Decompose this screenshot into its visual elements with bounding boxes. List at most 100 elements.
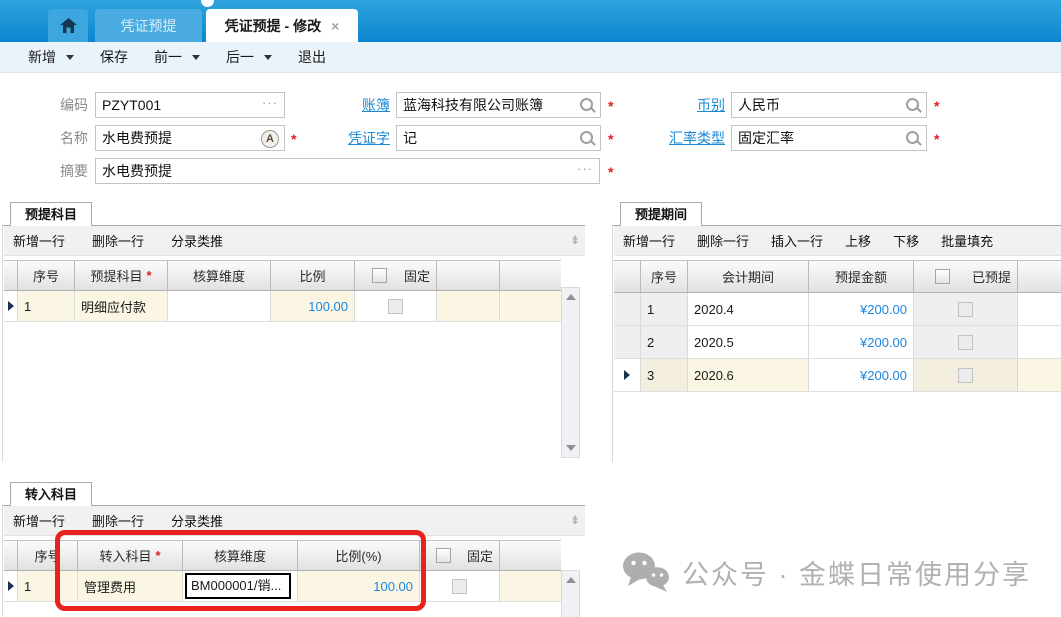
code-label: 编码 <box>28 92 88 118</box>
app-window: 凭证预提 凭证预提 - 修改 × 新增 保存 前一 后一 退出 编码 PZYT0… <box>0 0 1061 617</box>
col-ratio: 比例(%) <box>298 540 420 571</box>
col-seq: 序号 <box>18 260 75 291</box>
col-dimension: 核算维度 <box>183 540 298 571</box>
code-field[interactable]: PZYT001 ··· <box>95 92 285 118</box>
accrued-checkbox[interactable] <box>958 302 973 317</box>
new-button[interactable]: 新增 <box>28 47 74 67</box>
move-up-button[interactable]: 上移 <box>845 231 871 250</box>
name-label: 名称 <box>28 125 88 151</box>
previous-button[interactable]: 前一 <box>154 47 200 67</box>
vertical-scrollbar[interactable] <box>561 287 580 458</box>
table-row[interactable]: 1 2020.4 ¥200.00 <box>614 293 1061 326</box>
panel-splitter-icon[interactable]: ⇟ <box>570 233 580 247</box>
transfer-subjects-grid: 序号 转入科目* 核算维度 比例(%) 固定 1 管理费用 <box>4 540 561 602</box>
col-fixed: 固定 <box>420 540 500 571</box>
fixed-checkbox[interactable] <box>452 579 467 594</box>
rate-type-link-label[interactable]: 汇率类型 <box>641 125 725 151</box>
accrual-periods-tab[interactable]: 预提期间 <box>620 202 702 226</box>
search-icon[interactable] <box>906 98 919 111</box>
col-ratio: 比例 <box>271 260 355 291</box>
book-field[interactable]: 蓝海科技有限公司账簿 <box>396 92 601 118</box>
add-row-button[interactable]: 新增一行 <box>13 231 65 250</box>
scroll-up-icon[interactable] <box>566 294 576 300</box>
book-link-label[interactable]: 账簿 <box>330 92 390 118</box>
required-mark: * <box>608 92 613 118</box>
vertical-scrollbar[interactable] <box>561 570 580 617</box>
rate-type-field[interactable]: 固定汇率 <box>731 125 927 151</box>
dimension-edit-cell[interactable]: BM000001/销... <box>185 573 291 599</box>
next-button[interactable]: 后一 <box>226 47 272 67</box>
accrual-subjects-tab[interactable]: 预提科目 <box>10 202 92 226</box>
required-mark: * <box>934 92 939 118</box>
name-field[interactable]: 水电费预提 A <box>95 125 285 151</box>
add-row-button[interactable]: 新增一行 <box>13 511 65 530</box>
wechat-icon <box>622 551 670 593</box>
fixed-header-checkbox[interactable] <box>372 268 387 283</box>
chevron-down-icon[interactable] <box>264 55 272 60</box>
lookup-ellipsis-icon[interactable]: ··· <box>577 159 593 183</box>
voucher-word-field[interactable]: 记 <box>396 125 601 151</box>
table-row[interactable]: 3 2020.6 ¥200.00 <box>614 359 1061 392</box>
add-row-button[interactable]: 新增一行 <box>623 231 675 250</box>
chevron-down-icon[interactable] <box>192 55 200 60</box>
tab-voucher-accrual-edit[interactable]: 凭证预提 - 修改 × <box>206 9 358 42</box>
panel-splitter-icon[interactable]: ⇟ <box>570 513 580 527</box>
summary-field[interactable]: 水电费预提 ··· <box>95 158 600 184</box>
tab-home[interactable] <box>48 9 88 42</box>
home-icon <box>60 18 77 33</box>
top-bar: 凭证预提 凭证预提 - 修改 × <box>0 0 1061 42</box>
col-seq: 序号 <box>641 260 688 293</box>
summary-label: 摘要 <box>28 158 88 184</box>
accrual-subjects-toolbar: 新增一行 删除一行 分录类推 ⇟ <box>4 226 585 256</box>
table-row[interactable]: 2 2020.5 ¥200.00 <box>614 326 1061 359</box>
required-mark: * <box>291 125 296 151</box>
save-button[interactable]: 保存 <box>100 47 128 67</box>
grid-header-row: 序号 预提科目* 核算维度 比例 固定 <box>4 260 561 291</box>
currency-field[interactable]: 人民币 <box>731 92 927 118</box>
table-row[interactable]: 1 管理费用 BM000001/销... 100.00 <box>4 571 561 602</box>
cursor-dot <box>201 0 214 7</box>
search-icon[interactable] <box>580 98 593 111</box>
current-row-marker-icon <box>8 581 14 591</box>
table-row[interactable]: 1 明细应付款 100.00 <box>4 291 561 322</box>
voucher-word-link-label[interactable]: 凭证字 <box>306 125 390 151</box>
entry-analogy-button[interactable]: 分录类推 <box>171 231 223 250</box>
search-icon[interactable] <box>580 131 593 144</box>
main-toolbar: 新增 保存 前一 后一 退出 <box>0 42 1061 73</box>
delete-row-button[interactable]: 删除一行 <box>92 511 144 530</box>
accrual-subjects-grid: 序号 预提科目* 核算维度 比例 固定 1 明细应付款 <box>4 260 561 322</box>
delete-row-button[interactable]: 删除一行 <box>92 231 144 250</box>
accrued-checkbox[interactable] <box>958 368 973 383</box>
accrual-subjects-panel: 预提科目 新增一行 删除一行 分录类推 ⇟ 序号 预提科目* 核算维度 比例 <box>2 202 585 462</box>
move-down-button[interactable]: 下移 <box>893 231 919 250</box>
accrued-checkbox[interactable] <box>958 335 973 350</box>
lookup-ellipsis-icon[interactable]: ··· <box>262 93 278 117</box>
insert-row-button[interactable]: 插入一行 <box>771 231 823 250</box>
tab-voucher-accrual-list[interactable]: 凭证预提 <box>95 9 202 42</box>
batch-fill-button[interactable]: 批量填充 <box>941 231 993 250</box>
required-mark: * <box>934 125 939 151</box>
exit-button[interactable]: 退出 <box>298 47 326 67</box>
chevron-down-icon[interactable] <box>66 55 74 60</box>
accrual-periods-grid: 序号 会计期间 预提金额 已预提 1 2020.4 ¥200.00 <box>614 260 1061 392</box>
scroll-down-icon[interactable] <box>566 445 576 451</box>
multilanguage-icon[interactable]: A <box>261 130 279 148</box>
tab-label: 凭证预提 - 修改 <box>225 16 321 36</box>
entry-analogy-button[interactable]: 分录类推 <box>171 511 223 530</box>
transfer-subjects-tab[interactable]: 转入科目 <box>10 482 92 506</box>
col-subject: 转入科目* <box>78 540 183 571</box>
grid-header-row: 序号 会计期间 预提金额 已预提 <box>614 260 1061 293</box>
close-icon[interactable]: × <box>331 19 339 33</box>
delete-row-button[interactable]: 删除一行 <box>697 231 749 250</box>
grid-header-row: 序号 转入科目* 核算维度 比例(%) 固定 <box>4 540 561 571</box>
currency-link-label[interactable]: 币别 <box>665 92 725 118</box>
current-row-marker-icon <box>8 301 14 311</box>
fixed-checkbox[interactable] <box>388 299 403 314</box>
col-amount: 预提金额 <box>809 260 914 293</box>
scroll-up-icon[interactable] <box>566 577 576 583</box>
col-accrued: 已预提 <box>914 260 1018 293</box>
accrued-header-checkbox[interactable] <box>935 269 950 284</box>
required-mark: * <box>608 125 613 151</box>
search-icon[interactable] <box>906 131 919 144</box>
fixed-header-checkbox[interactable] <box>436 548 451 563</box>
